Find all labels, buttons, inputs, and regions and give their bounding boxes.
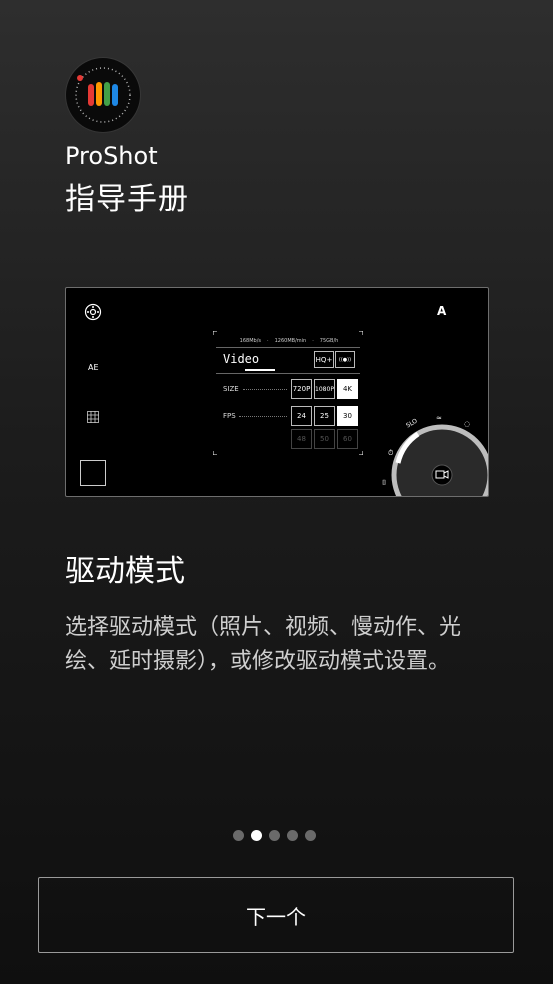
bitrate-stats: 168Mb/s · 1260MB/min · 75GB/h (239, 338, 339, 344)
proshot-logo-icon (68, 60, 138, 130)
app-name: ProShot (65, 142, 158, 170)
grid-icon (87, 411, 99, 423)
fps-24: 24 (291, 406, 312, 426)
audio-button: ((●)) (335, 351, 355, 368)
size-720p: 720P (291, 379, 312, 399)
size-1080p: 1080P (314, 379, 335, 399)
app-logo (66, 58, 140, 132)
svg-text:≈: ≈ (436, 414, 442, 422)
auto-mode-label: A (437, 304, 447, 318)
hq-plus-button: HQ+ (314, 351, 334, 368)
video-settings-panel: 168Mb/s · 1260MB/min · 75GB/h Video HQ+ … (213, 331, 363, 455)
section-description: 选择驱动模式（照片、视频、慢动作、光绘、延时摄影），或修改驱动模式设置。 (65, 615, 462, 674)
page-dot[interactable] (305, 830, 316, 841)
page-dot-active[interactable] (251, 830, 262, 841)
fps-50: 50 (314, 429, 335, 449)
svg-text:⏱: ⏱ (388, 449, 394, 457)
svg-text:◌: ◌ (464, 420, 470, 428)
mode-label: Video (223, 352, 260, 366)
gear-icon (84, 303, 102, 321)
next-button[interactable]: 下一个 (38, 877, 514, 953)
size-label: SIZE (223, 385, 239, 393)
ae-label: AE (88, 363, 99, 372)
page-dot[interactable] (287, 830, 298, 841)
fps-30: 30 (337, 406, 358, 426)
page-dot[interactable] (233, 830, 244, 841)
gallery-thumbnail (80, 460, 106, 486)
camera-ui-preview: AE A 168Mb/s · 1260MB/min · 75GB/h Video… (65, 287, 489, 497)
fps-48: 48 (291, 429, 312, 449)
drive-mode-dial: ⌷ ⏱ ≈ ◌ (382, 414, 488, 496)
page-title: 指导手册 (65, 182, 189, 217)
section-title: 驱动模式 (65, 554, 185, 589)
fps-25: 25 (314, 406, 335, 426)
size-4k: 4K (337, 379, 358, 399)
fps-label: FPS (223, 412, 236, 420)
page-indicator (233, 830, 316, 841)
svg-text:⌷: ⌷ (382, 479, 386, 487)
fps-60: 60 (337, 429, 358, 449)
page-dot[interactable] (269, 830, 280, 841)
